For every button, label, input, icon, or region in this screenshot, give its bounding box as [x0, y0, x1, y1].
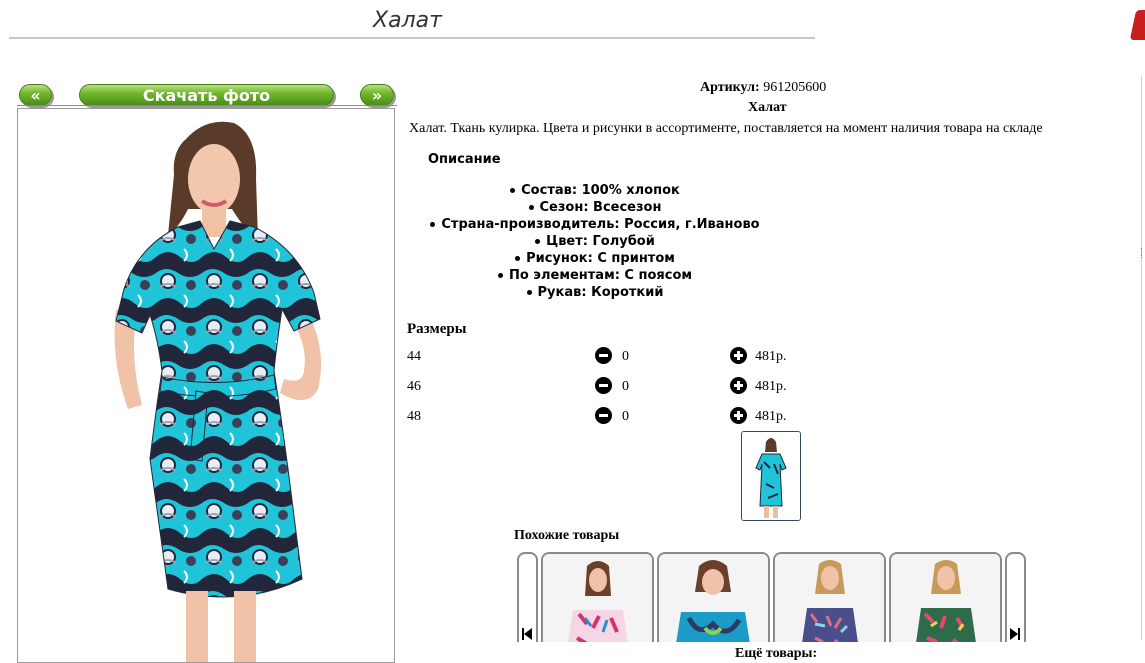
minus-circle-icon[interactable]	[595, 407, 612, 424]
size-price: 481р.	[755, 349, 787, 364]
product-description: Халат. Ткань кулирка. Цвета и рисунки в …	[409, 121, 1043, 136]
article-label: Артикул:	[700, 80, 760, 95]
size-quantity: 0	[622, 409, 629, 424]
attribute-item: По элементам: С поясом	[425, 267, 765, 284]
plus-circle-icon[interactable]	[730, 347, 747, 364]
similar-item[interactable]	[541, 552, 654, 652]
size-label: 46	[407, 379, 421, 394]
size-quantity: 0	[622, 379, 629, 394]
minus-circle-icon[interactable]	[595, 377, 612, 394]
size-label: 48	[407, 409, 421, 424]
plus-circle-icon[interactable]	[730, 377, 747, 394]
similar-prev-button[interactable]	[517, 552, 538, 652]
attribute-text: Сезон: Всесезон	[539, 200, 662, 215]
similar-item-image	[775, 554, 884, 650]
bullet-icon	[535, 239, 541, 244]
size-price: 481р.	[755, 379, 787, 394]
minus-circle-icon[interactable]	[595, 347, 612, 364]
attribute-item: Рисунок: С принтом	[425, 250, 765, 267]
attribute-text: По элементам: С поясом	[508, 268, 693, 283]
close-icon[interactable]	[1129, 10, 1145, 40]
article-value: 961205600	[763, 80, 827, 95]
attribute-text: Рисунок: С принтом	[526, 251, 675, 266]
next-arrow-icon	[1010, 628, 1020, 640]
size-row: 46 0 481р.	[407, 377, 807, 399]
similar-item[interactable]	[773, 552, 886, 652]
more-heading: Ещё товары:	[735, 646, 818, 661]
article-line: Артикул: 961205600	[700, 80, 826, 96]
dress-model-image	[18, 109, 394, 662]
similar-item-image	[891, 554, 1000, 650]
scrollbar-grip[interactable]	[1141, 248, 1145, 258]
similar-item-image	[543, 554, 652, 650]
next-photo-button[interactable]: »	[360, 84, 394, 106]
attribute-text: Состав: 100% хлопок	[521, 183, 680, 198]
bullet-icon	[526, 290, 532, 295]
attribute-item: Страна-производитель: Россия, г.Иваново	[425, 216, 765, 233]
attribute-item: Состав: 100% хлопок	[425, 182, 765, 199]
prev-arrow-icon	[522, 628, 532, 640]
scrollbar-track[interactable]	[1141, 76, 1142, 640]
sizes-heading: Размеры	[407, 321, 467, 337]
similar-item[interactable]	[889, 552, 1002, 652]
similar-heading: Похожие товары	[514, 528, 620, 543]
thumbnail-image	[742, 432, 800, 520]
plus-circle-icon[interactable]	[730, 407, 747, 424]
size-label: 44	[407, 349, 421, 364]
photo-nav-divider	[17, 105, 397, 106]
prev-photo-button[interactable]: «	[19, 84, 52, 106]
photo-thumbnail[interactable]	[741, 431, 801, 521]
bullet-icon	[430, 222, 436, 227]
similar-next-button[interactable]	[1005, 552, 1026, 652]
bullet-icon	[497, 273, 503, 278]
size-row: 48 0 481р.	[407, 407, 807, 429]
similar-item-image	[659, 554, 768, 650]
description-heading: Описание	[428, 152, 501, 167]
size-quantity: 0	[622, 349, 629, 364]
page-title: Халат	[373, 8, 442, 33]
title-divider	[9, 37, 815, 39]
attribute-item: Сезон: Всесезон	[425, 199, 765, 216]
product-main-photo[interactable]	[17, 108, 395, 663]
attribute-item: Рукав: Короткий	[425, 284, 765, 301]
product-name: Халат	[748, 100, 787, 115]
bullet-icon	[510, 188, 516, 193]
download-photo-button[interactable]: Скачать фото	[79, 84, 334, 106]
similar-item[interactable]	[657, 552, 770, 652]
attribute-text: Рукав: Короткий	[537, 285, 664, 300]
size-row: 44 0 481р.	[407, 347, 807, 369]
attribute-text: Цвет: Голубой	[546, 234, 655, 249]
attribute-list: Состав: 100% хлопок Сезон: Всесезон Стра…	[425, 182, 765, 301]
bullet-icon	[528, 205, 534, 210]
attribute-item: Цвет: Голубой	[425, 233, 765, 250]
attribute-text: Страна-производитель: Россия, г.Иваново	[441, 217, 760, 232]
bullet-icon	[515, 256, 521, 261]
size-price: 481р.	[755, 409, 787, 424]
